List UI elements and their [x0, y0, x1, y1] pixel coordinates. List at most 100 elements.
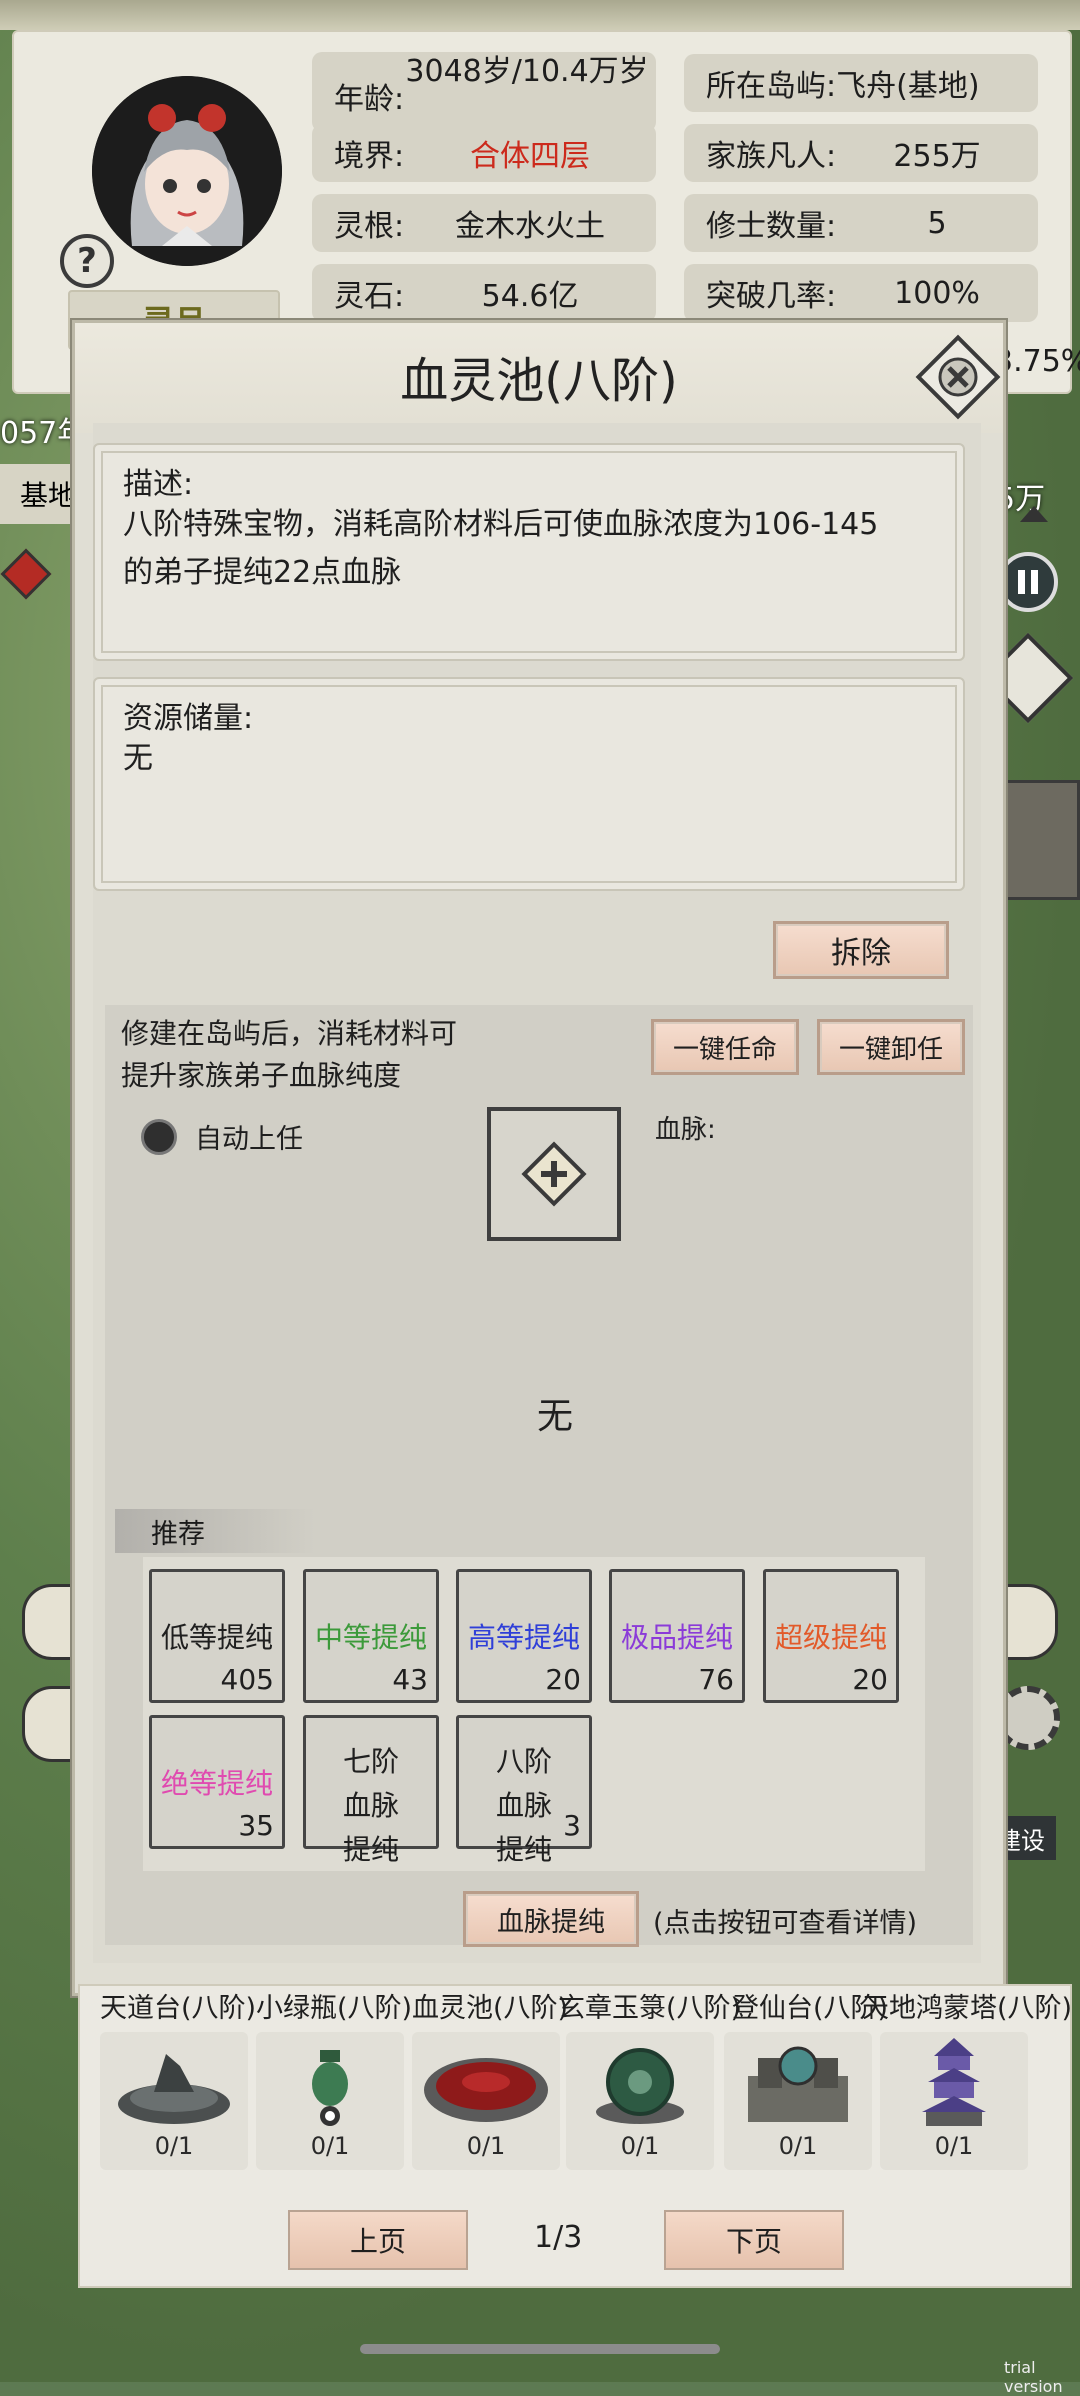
recommend-item-count: 76 — [698, 1663, 734, 1696]
map-top-strip — [0, 0, 1080, 30]
recommend-item-super[interactable]: 超级提纯 20 — [763, 1569, 899, 1703]
pagoda-icon — [922, 2038, 986, 2126]
stat-breakthrough: 突破几率: 100% — [684, 264, 1038, 322]
building-count: 0/1 — [154, 2132, 194, 2160]
blood-pool-icon — [424, 2058, 548, 2122]
bottle-icon — [312, 2050, 348, 2126]
recommend-item-count: 405 — [220, 1663, 274, 1696]
recommend-title: 推荐 — [115, 1509, 315, 1553]
recommend-item-top[interactable]: 极品提纯 76 — [609, 1569, 745, 1703]
stat-island-value: 飞舟(基地) — [836, 69, 980, 104]
recommend-item-label: 八阶血脉提纯 — [495, 1745, 552, 1866]
recommend-item-seventh[interactable]: 七阶血脉提纯 — [303, 1715, 439, 1866]
avatar[interactable] — [92, 76, 282, 266]
help-button[interactable]: ? — [60, 234, 114, 288]
stat-spirit-root: 灵根: 金木水火土 — [312, 194, 656, 252]
description-text: 八阶特殊宝物，消耗高阶材料后可使血脉浓度为106-145的弟子提纯22点血脉 — [123, 507, 879, 590]
description-box: 描述: 八阶特殊宝物，消耗高阶材料后可使血脉浓度为106-145的弟子提纯22点… — [93, 443, 965, 661]
building-name: 小绿瓶(八阶) — [256, 1993, 413, 2024]
collapse-arrow-icon[interactable] — [1020, 506, 1048, 522]
recommend-item-label: 七阶血脉提纯 — [342, 1745, 399, 1866]
building-count: 0/1 — [466, 2132, 506, 2160]
recommend-item-label: 低等提纯 — [160, 1621, 273, 1654]
avatar-portrait-icon — [92, 76, 282, 266]
stat-spirit-root-value: 金木水火土 — [455, 209, 606, 244]
recommend-title-label: 推荐 — [151, 1518, 205, 1550]
resource-value: 无 — [123, 741, 153, 776]
stat-spirit-root-label: 灵根: — [334, 209, 405, 244]
stat-island: 所在岛屿: 飞舟(基地) — [684, 54, 1038, 112]
next-page-button[interactable]: 下页 — [664, 2210, 844, 2270]
modal-title: 血灵池(八阶) — [400, 353, 678, 409]
stat-breakthrough-label: 突破几率: — [706, 279, 837, 314]
altar-icon — [118, 2054, 230, 2124]
recommend-item-count: 20 — [852, 1663, 888, 1696]
disciple-slot[interactable] — [487, 1107, 621, 1241]
gesture-bar[interactable] — [360, 2344, 720, 2354]
recommend-item-label: 中等提纯 — [314, 1621, 427, 1654]
dismiss-all-button[interactable]: 一键卸任 — [817, 1019, 965, 1075]
building-name: 玄章玉箓(八阶) — [558, 1993, 742, 2024]
building-detail-modal: 血灵池(八阶) 描述: 八阶特殊宝物，消耗高阶材料后可使血脉浓度为106-145… — [72, 320, 1006, 1996]
description-title: 描述: — [123, 467, 194, 502]
page-indicator: 1/3 — [534, 2220, 583, 2255]
recommend-item-label: 绝等提纯 — [160, 1767, 273, 1800]
empty-text: 无 — [537, 1396, 574, 1437]
stat-mortals-label: 家族凡人: — [706, 139, 837, 174]
recommend-item-low[interactable]: 低等提纯 405 — [149, 1569, 285, 1703]
recommend-item-count: 43 — [392, 1663, 428, 1696]
stat-spirit-stone-label: 灵石: — [334, 279, 405, 314]
pause-button[interactable] — [998, 552, 1058, 612]
tower-building-icon[interactable] — [1000, 780, 1080, 900]
building-count: 0/1 — [310, 2132, 350, 2160]
dismantle-button[interactable]: 拆除 — [773, 921, 949, 979]
appoint-all-button[interactable]: 一键任命 — [651, 1019, 799, 1075]
stat-cultivators-value: 5 — [927, 205, 947, 241]
recommend-item-mid[interactable]: 中等提纯 43 — [303, 1569, 439, 1703]
recommend-item-count: 20 — [545, 1663, 581, 1696]
stat-realm: 境界: 合体四层 — [312, 124, 656, 182]
recommend-item-label: 极品提纯 — [620, 1621, 733, 1654]
peek-rate: 3.75% — [994, 344, 1080, 379]
building-count: 0/1 — [934, 2132, 974, 2160]
appointment-section: 修建在岛屿后，消耗材料可提升家族弟子血脉纯度 一键任命 一键卸任 自动上任 血脉… — [105, 1005, 973, 1947]
purify-hint: (点击按钮可查看详情) — [653, 1908, 918, 1939]
building-count: 0/1 — [620, 2132, 660, 2160]
purify-button[interactable]: 血脉提纯 — [463, 1891, 639, 1947]
stat-island-label: 所在岛屿: — [706, 69, 837, 104]
resource-title: 资源储量: — [123, 701, 254, 736]
prev-page-button[interactable]: 上页 — [288, 2210, 468, 2270]
base-tab-label: 基地 — [19, 479, 76, 512]
stat-cultivators: 修士数量: 5 — [684, 194, 1038, 252]
recommend-item-ultimate[interactable]: 绝等提纯 35 — [149, 1715, 285, 1849]
auto-appoint-toggle[interactable] — [141, 1119, 177, 1155]
recommend-item-count: 35 — [238, 1809, 274, 1842]
stat-breakthrough-value: 100% — [894, 275, 980, 311]
recommend-item-eighth[interactable]: 八阶血脉提纯 3 — [456, 1715, 592, 1866]
recommend-grid: 低等提纯 405 中等提纯 43 高等提纯 20 极品提纯 76 超级提纯 20… — [143, 1557, 925, 1871]
stat-age-value: 3048岁/10.4万岁 — [405, 54, 649, 89]
stat-cultivators-label: 修士数量: — [706, 209, 837, 244]
recommend-item-high[interactable]: 高等提纯 20 — [456, 1569, 592, 1703]
jade-disc-icon — [596, 2048, 684, 2124]
stat-mortals-value: 255万 — [893, 139, 981, 174]
watermark: trial version — [1004, 2358, 1063, 2396]
bloodline-label: 血脉: — [655, 1115, 716, 1145]
resource-box: 资源储量: 无 — [93, 677, 965, 891]
close-button[interactable] — [913, 332, 1003, 422]
recommend-item-label: 高等提纯 — [467, 1621, 580, 1654]
building-name: 天道台(八阶) — [100, 1993, 257, 2024]
stat-spirit-stone: 灵石: 54.6亿 — [312, 264, 656, 322]
building-name: 天地鸿蒙塔(八阶) — [862, 1993, 1073, 2024]
stat-age-label: 年龄: — [334, 82, 405, 117]
question-icon: ? — [77, 241, 97, 281]
recommend-item-count: 3 — [563, 1809, 581, 1842]
stat-realm-label: 境界: — [334, 139, 405, 174]
stat-spirit-stone-value: 54.6亿 — [481, 279, 579, 314]
building-name: 血灵池(八阶) — [412, 1993, 569, 2024]
pause-icon — [1018, 570, 1038, 594]
base-tab[interactable]: 基地 — [0, 464, 80, 524]
stat-realm-value: 合体四层 — [470, 139, 591, 174]
auto-appoint-label: 自动上任 — [195, 1124, 303, 1155]
close-icon — [915, 334, 1001, 420]
